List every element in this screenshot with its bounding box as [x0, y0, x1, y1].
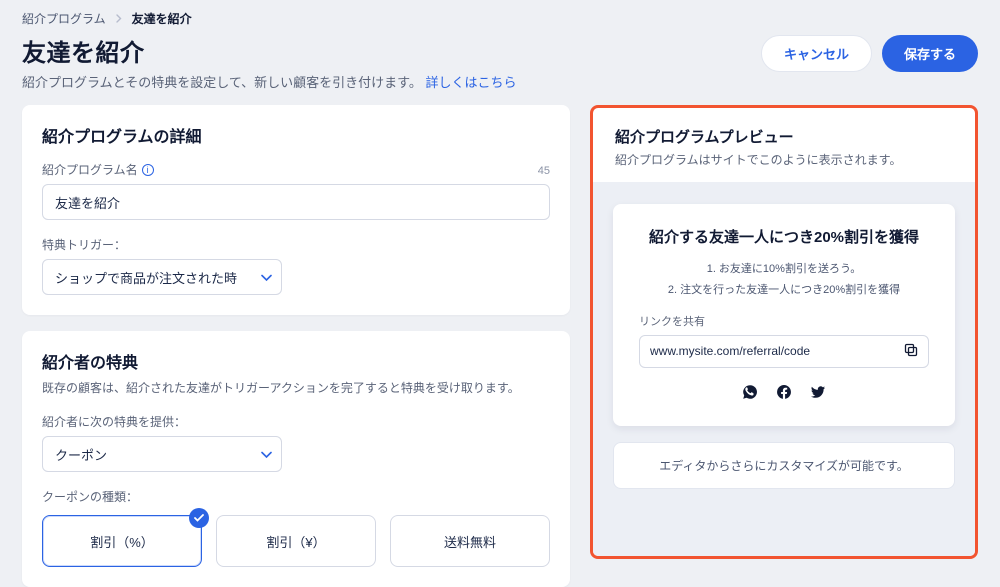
referrer-reward-desc: 既存の顧客は、紹介された友達がトリガーアクションを完了すると特典を受け取ります。: [42, 379, 550, 397]
reward-provide-label: 紹介者に次の特典を提供：: [42, 413, 550, 430]
trigger-label: 特典トリガー：: [42, 236, 550, 253]
coupon-type-label: クーポンの種類：: [42, 488, 550, 505]
referral-widget: 紹介する友達一人につき20%割引を獲得 1. お友達に10%割引を送ろう。 2.…: [613, 204, 955, 426]
share-link-label: リンクを共有: [639, 313, 929, 329]
breadcrumb: 紹介プログラム 友達を紹介: [22, 10, 978, 27]
program-details-card: 紹介プログラムの詳細 紹介プログラム名 i 45 特典トリガー：: [22, 105, 570, 315]
info-icon[interactable]: i: [142, 164, 154, 176]
widget-step-1: 1. お友達に10%割引を送ろう。: [668, 259, 900, 280]
learn-more-link[interactable]: 詳しくはこちら: [426, 75, 517, 90]
facebook-icon[interactable]: [776, 384, 792, 404]
program-name-label: 紹介プログラム名 i: [42, 161, 154, 178]
page-title: 友達を紹介: [22, 33, 517, 68]
preview-subtitle: 紹介プログラムはサイトでこのように表示されます。: [615, 151, 953, 168]
reward-type-select[interactable]: クーポン: [42, 436, 282, 472]
program-name-input[interactable]: [42, 184, 550, 220]
coupon-option-percent[interactable]: 割引（%）: [42, 515, 202, 567]
referral-url-box[interactable]: www.mysite.com/referral/code: [639, 335, 929, 368]
editor-customize-note: エディタからさらにカスタマイズが可能です。: [613, 442, 955, 489]
coupon-option-yen[interactable]: 割引（¥）: [216, 515, 376, 567]
chevron-right-icon: [116, 12, 122, 26]
widget-headline: 紹介する友達一人につき20%割引を獲得: [649, 226, 919, 247]
program-name-charcount: 45: [538, 165, 550, 177]
whatsapp-icon[interactable]: [742, 384, 758, 404]
preview-title: 紹介プログラムプレビュー: [615, 126, 953, 147]
twitter-icon[interactable]: [810, 384, 826, 404]
widget-step-2: 2. 注文を行った友達一人につき20%割引を獲得: [668, 280, 900, 301]
referral-url-text: www.mysite.com/referral/code: [650, 344, 810, 358]
copy-icon[interactable]: [904, 343, 918, 360]
breadcrumb-current: 友達を紹介: [132, 10, 192, 27]
preview-panel: 紹介プログラムプレビュー 紹介プログラムはサイトでこのように表示されます。 紹介…: [590, 105, 978, 559]
cancel-button[interactable]: キャンセル: [761, 35, 872, 72]
check-icon: [189, 508, 209, 528]
referrer-reward-card: 紹介者の特典 既存の顧客は、紹介された友達がトリガーアクションを完了すると特典を…: [22, 331, 570, 587]
save-button[interactable]: 保存する: [882, 35, 978, 72]
trigger-select[interactable]: ショップで商品が注文された時: [42, 259, 282, 295]
referrer-reward-title: 紹介者の特典: [42, 349, 550, 373]
breadcrumb-parent[interactable]: 紹介プログラム: [22, 10, 106, 27]
program-details-title: 紹介プログラムの詳細: [42, 123, 550, 147]
coupon-option-freeship[interactable]: 送料無料: [390, 515, 550, 567]
page-subtitle: 紹介プログラムとその特典を設定して、新しい顧客を引き付けます。 詳しくはこちら: [22, 72, 517, 91]
